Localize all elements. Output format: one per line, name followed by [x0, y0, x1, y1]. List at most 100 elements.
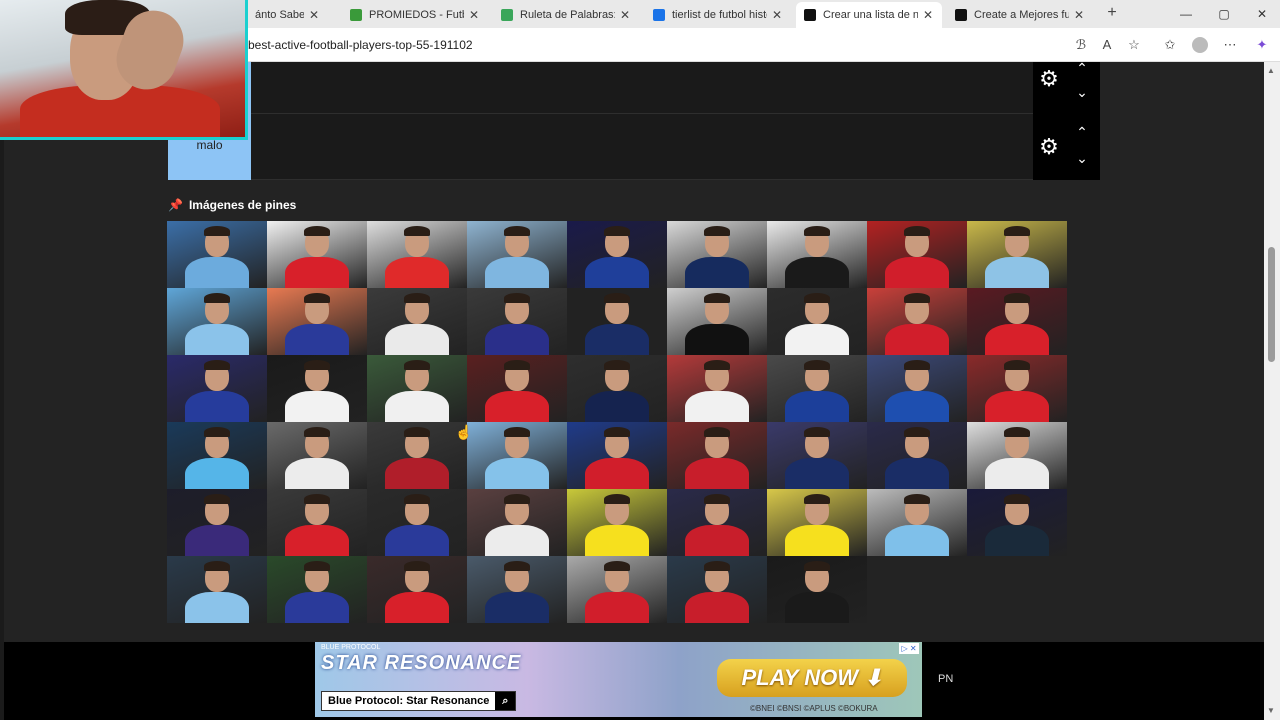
player-pin-image[interactable]: [667, 556, 767, 623]
player-pin-image[interactable]: [667, 288, 767, 355]
player-kit: [985, 257, 1049, 288]
more-menu-icon[interactable]: ⋯: [1222, 37, 1238, 53]
player-pin-image[interactable]: [367, 422, 467, 489]
player-pin-image[interactable]: [667, 221, 767, 288]
player-pin-image[interactable]: [267, 422, 367, 489]
translate-icon[interactable]: ℬ: [1073, 37, 1089, 53]
url-field[interactable]: best-active-football-players-top-55-1911…: [248, 38, 473, 52]
minimize-button[interactable]: —: [1176, 6, 1196, 22]
player-pin-image[interactable]: [267, 556, 367, 623]
player-pin-image[interactable]: [567, 556, 667, 623]
tab-close-icon[interactable]: ✕: [922, 8, 934, 22]
favorite-star-icon[interactable]: ☆: [1126, 37, 1142, 53]
player-pin-image[interactable]: [767, 288, 867, 355]
player-hair: [404, 561, 430, 571]
player-pin-image[interactable]: [867, 355, 967, 422]
player-pin-image[interactable]: [467, 489, 567, 556]
player-pin-image[interactable]: [367, 355, 467, 422]
player-pin-image[interactable]: [867, 422, 967, 489]
player-pin-image[interactable]: [967, 288, 1067, 355]
player-pin-image[interactable]: [267, 489, 367, 556]
maximize-button[interactable]: ▢: [1214, 6, 1234, 22]
browser-tab[interactable]: PROMIEDOS - Futbol A ✕: [342, 2, 488, 28]
player-pin-image[interactable]: [767, 489, 867, 556]
player-pin-image[interactable]: [167, 355, 267, 422]
pin-icon: 📌: [168, 198, 183, 212]
player-pin-image[interactable]: [867, 221, 967, 288]
ad-close-icon[interactable]: ▷ ✕: [899, 643, 919, 654]
player-kit: [685, 592, 749, 623]
player-pin-image[interactable]: [467, 221, 567, 288]
gear-icon[interactable]: ⚙: [1037, 67, 1061, 91]
close-window-button[interactable]: ✕: [1252, 6, 1272, 22]
favorites-icon[interactable]: ✩: [1162, 37, 1178, 53]
player-pin-image[interactable]: [467, 288, 567, 355]
tab-close-icon[interactable]: ✕: [771, 8, 783, 22]
browser-tab[interactable]: tierlist de futbol histor ✕: [645, 2, 791, 28]
player-pin-image[interactable]: [367, 489, 467, 556]
player-pin-image[interactable]: [667, 489, 767, 556]
player-pin-image[interactable]: [667, 422, 767, 489]
player-kit: [585, 525, 649, 556]
player-pin-image[interactable]: [767, 221, 867, 288]
player-pin-image[interactable]: [767, 556, 867, 623]
advertisement-banner[interactable]: BLUE PROTOCOL STAR RESONANCE Blue Protoc…: [315, 642, 922, 717]
player-kit: [285, 257, 349, 288]
player-kit: [585, 458, 649, 489]
browser-tab[interactable]: Ruleta de Palabras: PA ✕: [493, 2, 639, 28]
player-pin-image[interactable]: [467, 556, 567, 623]
chevron-down-icon[interactable]: ⌄: [1073, 85, 1091, 99]
player-hair: [904, 494, 930, 504]
player-pin-image[interactable]: [867, 489, 967, 556]
player-pin-image[interactable]: [767, 422, 867, 489]
ad-search-box[interactable]: Blue Protocol: Star Resonance ⌕: [321, 691, 517, 711]
browser-tab[interactable]: Create a Mejores futbo ✕: [947, 2, 1093, 28]
scroll-down-icon[interactable]: ▼: [1267, 706, 1275, 715]
player-pin-image[interactable]: [267, 355, 367, 422]
player-pin-image[interactable]: [567, 355, 667, 422]
chevron-down-icon[interactable]: ⌄: [1073, 151, 1091, 165]
chevron-up-icon[interactable]: ⌃: [1073, 125, 1091, 139]
player-pin-image[interactable]: [167, 489, 267, 556]
browser-tab[interactable]: Crear una lista de nive ✕: [796, 2, 942, 28]
player-pin-image[interactable]: [367, 288, 467, 355]
profile-avatar-icon[interactable]: [1192, 37, 1208, 53]
player-pin-image[interactable]: [867, 288, 967, 355]
new-tab-button[interactable]: +: [1102, 4, 1122, 24]
tab-close-icon[interactable]: ✕: [619, 8, 631, 22]
play-now-button[interactable]: PLAY NOW ⬇: [717, 659, 907, 697]
read-aloud-icon[interactable]: A: [1099, 37, 1115, 53]
player-pin-image[interactable]: [567, 221, 667, 288]
tab-close-icon[interactable]: ✕: [1073, 8, 1085, 22]
tab-close-icon[interactable]: ✕: [468, 8, 480, 22]
player-pin-image[interactable]: [767, 355, 867, 422]
copilot-icon[interactable]: ✦: [1254, 37, 1270, 53]
player-pin-image[interactable]: [367, 556, 467, 623]
player-hair: [704, 494, 730, 504]
player-pin-image[interactable]: [367, 221, 467, 288]
player-pin-image[interactable]: [467, 422, 567, 489]
player-pin-image[interactable]: [567, 489, 667, 556]
player-pin-image[interactable]: [667, 355, 767, 422]
player-pin-image[interactable]: [967, 355, 1067, 422]
player-pin-image[interactable]: [967, 221, 1067, 288]
page-scrollbar[interactable]: ▲ ▼: [1264, 62, 1280, 720]
scrollbar-thumb[interactable]: [1268, 247, 1275, 362]
player-kit: [285, 458, 349, 489]
search-icon[interactable]: ⌕: [495, 692, 516, 710]
scroll-up-icon[interactable]: ▲: [1267, 66, 1275, 75]
player-pin-image[interactable]: [467, 355, 567, 422]
chevron-up-icon[interactable]: ⌃: [1073, 61, 1091, 75]
player-pin-image[interactable]: [267, 221, 367, 288]
player-pin-image[interactable]: [567, 288, 667, 355]
player-pin-image[interactable]: [167, 556, 267, 623]
player-pin-image[interactable]: [267, 288, 367, 355]
gear-icon[interactable]: ⚙: [1037, 135, 1061, 159]
player-pin-image[interactable]: [967, 422, 1067, 489]
player-pin-image[interactable]: [567, 422, 667, 489]
player-pin-image[interactable]: [167, 288, 267, 355]
tab-close-icon[interactable]: ✕: [308, 8, 320, 22]
player-pin-image[interactable]: [967, 489, 1067, 556]
player-pin-image[interactable]: [167, 221, 267, 288]
player-pin-image[interactable]: [167, 422, 267, 489]
